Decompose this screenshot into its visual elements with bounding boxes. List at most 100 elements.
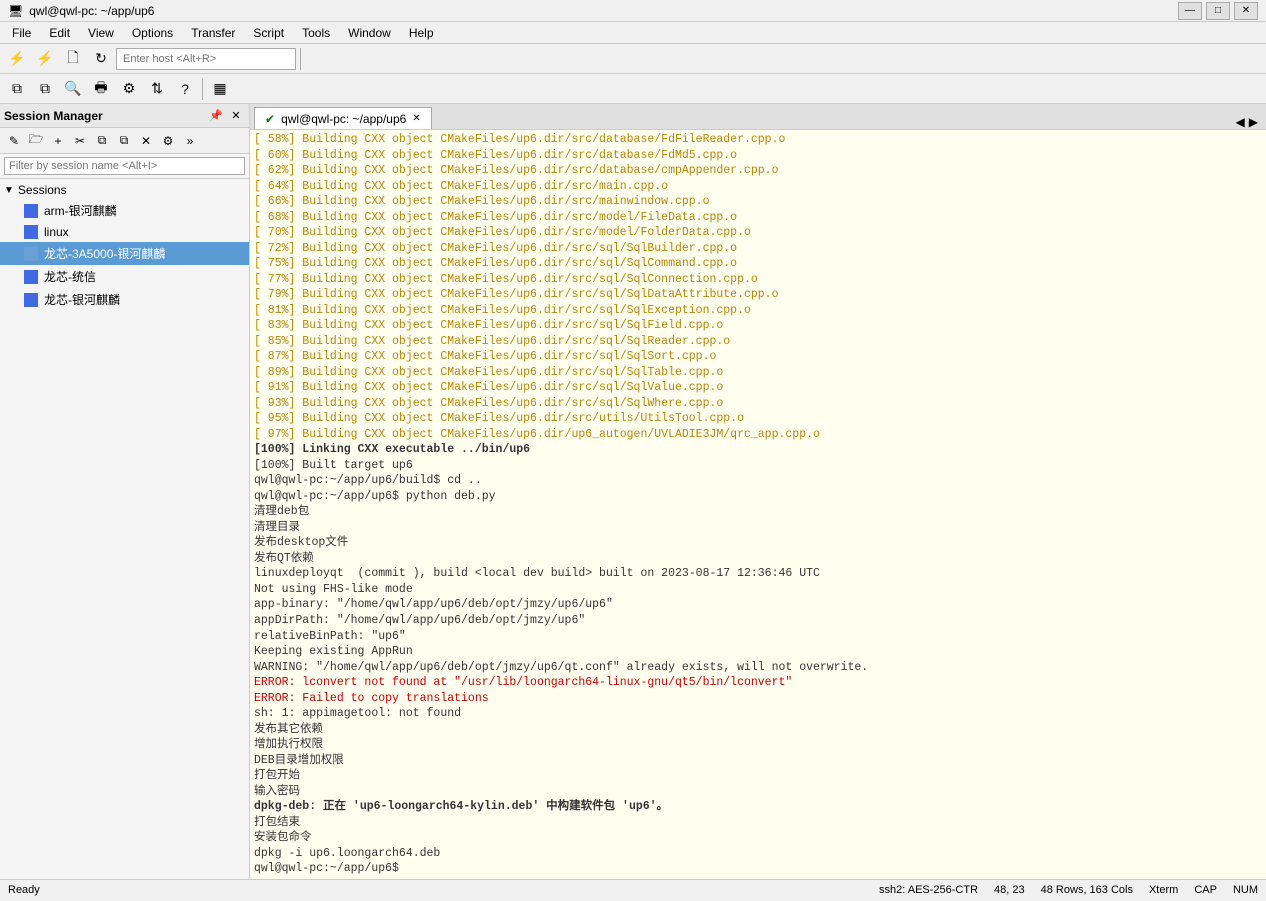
sessions-chevron: ▼ [4,185,14,196]
sidebar-folder-btn[interactable]: 🗁 [26,131,46,151]
status-ready: Ready [8,884,40,896]
sidebar-pin-btn[interactable]: 📌 [207,107,225,125]
terminal-line: [ 87%] Building CXX object CMakeFiles/up… [254,349,1262,365]
terminal-line: 打包结束 [254,815,1262,831]
terminal-line: [ 89%] Building CXX object CMakeFiles/up… [254,365,1262,381]
maximize-button[interactable]: □ [1206,2,1230,20]
separator1 [300,48,301,70]
terminal-line: dpkg -i up6.loongarch64.deb [254,846,1262,862]
toolbar-refresh-btn[interactable]: ↻ [88,46,114,72]
sidebar-item-linux[interactable]: linux [0,222,249,242]
sidebar-header-buttons: 📌 ✕ [207,107,245,125]
tab-prev-btn[interactable]: ◀ [1236,115,1245,129]
content-area: Session Manager 📌 ✕ ✎ 🗁 + ✂ ⧉ ⧉ ✕ ⚙ » ▼ [0,104,1266,879]
status-terminal: Xterm [1149,884,1178,896]
sidebar-add-btn[interactable]: + [48,131,68,151]
sessions-label: Sessions [18,183,67,197]
sidebar-paste-btn[interactable]: ⧉ [114,131,134,151]
terminal-content[interactable]: [ 58%] Building CXX object CMakeFiles/up… [250,130,1266,879]
menu-window[interactable]: Window [340,24,399,42]
minimize-button[interactable]: — [1178,2,1202,20]
terminal-line: sh: 1: appimagetool: not found [254,706,1262,722]
terminal-line: [ 62%] Building CXX object CMakeFiles/up… [254,163,1262,179]
menu-tools[interactable]: Tools [294,24,338,42]
terminal-line: [ 97%] Building CXX object CMakeFiles/up… [254,427,1262,443]
menu-options[interactable]: Options [124,24,181,42]
tab-bar: ✔ qwl@qwl-pc: ~/app/up6 ✕ ◀ ▶ [250,104,1266,130]
sidebar-tree: ▼ Sessions arm-银河麒麟 linux 龙芯-3A5000-银河麒麟 [0,179,249,879]
tab-next-btn[interactable]: ▶ [1249,115,1258,129]
toolbar-new2-btn[interactable]: 🗋 [60,46,86,72]
sidebar-item-loongson-kylin[interactable]: 龙芯-银河麒麟 [0,288,249,311]
toolbar-copy-btn[interactable]: ⧉ [4,76,30,102]
toolbar-sftp-btn[interactable]: ⇅ [144,76,170,102]
status-num: NUM [1233,884,1258,896]
terminal-line: linuxdeployqt (commit ), build <local de… [254,566,1262,582]
sidebar-close-btn[interactable]: ✕ [227,107,245,125]
toolbar-help-btn[interactable]: ? [172,76,198,102]
status-position: 48, 23 [994,884,1025,896]
menu-transfer[interactable]: Transfer [183,24,243,42]
terminal-line: 发布desktop文件 [254,535,1262,551]
terminal-line: 输入密码 [254,784,1262,800]
terminal-line: dpkg-deb: 正在 'up6-loongarch64-kylin.deb'… [254,799,1262,815]
toolbar-settings-btn[interactable]: ⚙ [116,76,142,102]
terminal-line: WARNING: "/home/qwl/app/up6/deb/opt/jmzy… [254,660,1262,676]
loongson3a5000-icon [24,247,38,261]
terminal-line: 安装包命令 [254,830,1262,846]
sidebar-settings2-btn[interactable]: ⚙ [158,131,178,151]
sidebar-item-loongson-tongshin[interactable]: 龙芯-统信 [0,265,249,288]
terminal-line: [ 58%] Building CXX object CMakeFiles/up… [254,132,1262,148]
toolbar-find-btn[interactable]: 🔍 [60,76,86,102]
title-bar-left: 🖥 qwl@qwl-pc: ~/app/up6 [8,4,154,18]
toolbar-bolt-btn[interactable]: ⚡ [32,46,58,72]
toolbar-new-btn[interactable]: ⚡ [4,46,30,72]
tab-and-terminal: ✔ qwl@qwl-pc: ~/app/up6 ✕ ◀ ▶ [ 58%] Bui… [250,104,1266,879]
tab-label: qwl@qwl-pc: ~/app/up6 [281,112,406,126]
arm-label: arm-银河麒麟 [44,202,117,219]
toolbar-paste-btn[interactable]: ⧉ [32,76,58,102]
loongson-tongshin-label: 龙芯-统信 [44,268,96,285]
tab-close-btn[interactable]: ✕ [412,113,420,124]
terminal-line: [ 85%] Building CXX object CMakeFiles/up… [254,334,1262,350]
menu-help[interactable]: Help [401,24,442,42]
sidebar-copy-btn[interactable]: ⧉ [92,131,112,151]
terminal-line: DEB目录增加权限 [254,753,1262,769]
app-icon: 🖥 [8,4,23,18]
terminal-line: [ 77%] Building CXX object CMakeFiles/up… [254,272,1262,288]
sidebar-search-input[interactable] [4,157,245,175]
tree-sessions-group: ▼ Sessions arm-银河麒麟 linux 龙芯-3A5000-银河麒麟 [0,181,249,311]
host-input[interactable] [116,48,296,70]
menu-edit[interactable]: Edit [41,24,78,42]
menu-script[interactable]: Script [245,24,292,42]
close-button[interactable]: ✕ [1234,2,1258,20]
toolbar-map-btn[interactable]: ▦ [207,76,233,102]
loongson-kylin-icon [24,293,38,307]
terminal-line: 打包开始 [254,768,1262,784]
menu-bar: File Edit View Options Transfer Script T… [0,22,1266,44]
sidebar-title: Session Manager [4,109,103,123]
terminal-line: qwl@qwl-pc:~/app/up6$ [254,861,1262,877]
sidebar-expand-btn[interactable]: » [180,131,200,151]
sidebar-item-loongson3a5000[interactable]: 龙芯-3A5000-银河麒麟 [0,242,249,265]
terminal-line: [ 93%] Building CXX object CMakeFiles/up… [254,396,1262,412]
sidebar-edit-btn[interactable]: ✎ [4,131,24,151]
tree-sessions-header[interactable]: ▼ Sessions [0,181,249,199]
terminal-line: [ 64%] Building CXX object CMakeFiles/up… [254,179,1262,195]
active-tab[interactable]: ✔ qwl@qwl-pc: ~/app/up6 ✕ [254,107,432,129]
terminal-line: Keeping existing AppRun [254,644,1262,660]
menu-file[interactable]: File [4,24,39,42]
sidebar-item-arm[interactable]: arm-银河麒麟 [0,199,249,222]
terminal-line: [ 70%] Building CXX object CMakeFiles/up… [254,225,1262,241]
sidebar-cut-btn[interactable]: ✂ [70,131,90,151]
terminal-line: appDirPath: "/home/qwl/app/up6/deb/opt/j… [254,613,1262,629]
terminal-line: [ 83%] Building CXX object CMakeFiles/up… [254,318,1262,334]
terminal-line: 发布QT依赖 [254,551,1262,567]
terminal-line: [100%] Linking CXX executable ../bin/up6 [254,442,1262,458]
terminal-line: [ 68%] Building CXX object CMakeFiles/up… [254,210,1262,226]
toolbar-print-btn[interactable]: 🖶 [88,76,114,102]
menu-view[interactable]: View [80,24,122,42]
status-ssh: ssh2: AES-256-CTR [879,884,978,896]
terminal-line: [ 72%] Building CXX object CMakeFiles/up… [254,241,1262,257]
sidebar-delete-btn[interactable]: ✕ [136,131,156,151]
